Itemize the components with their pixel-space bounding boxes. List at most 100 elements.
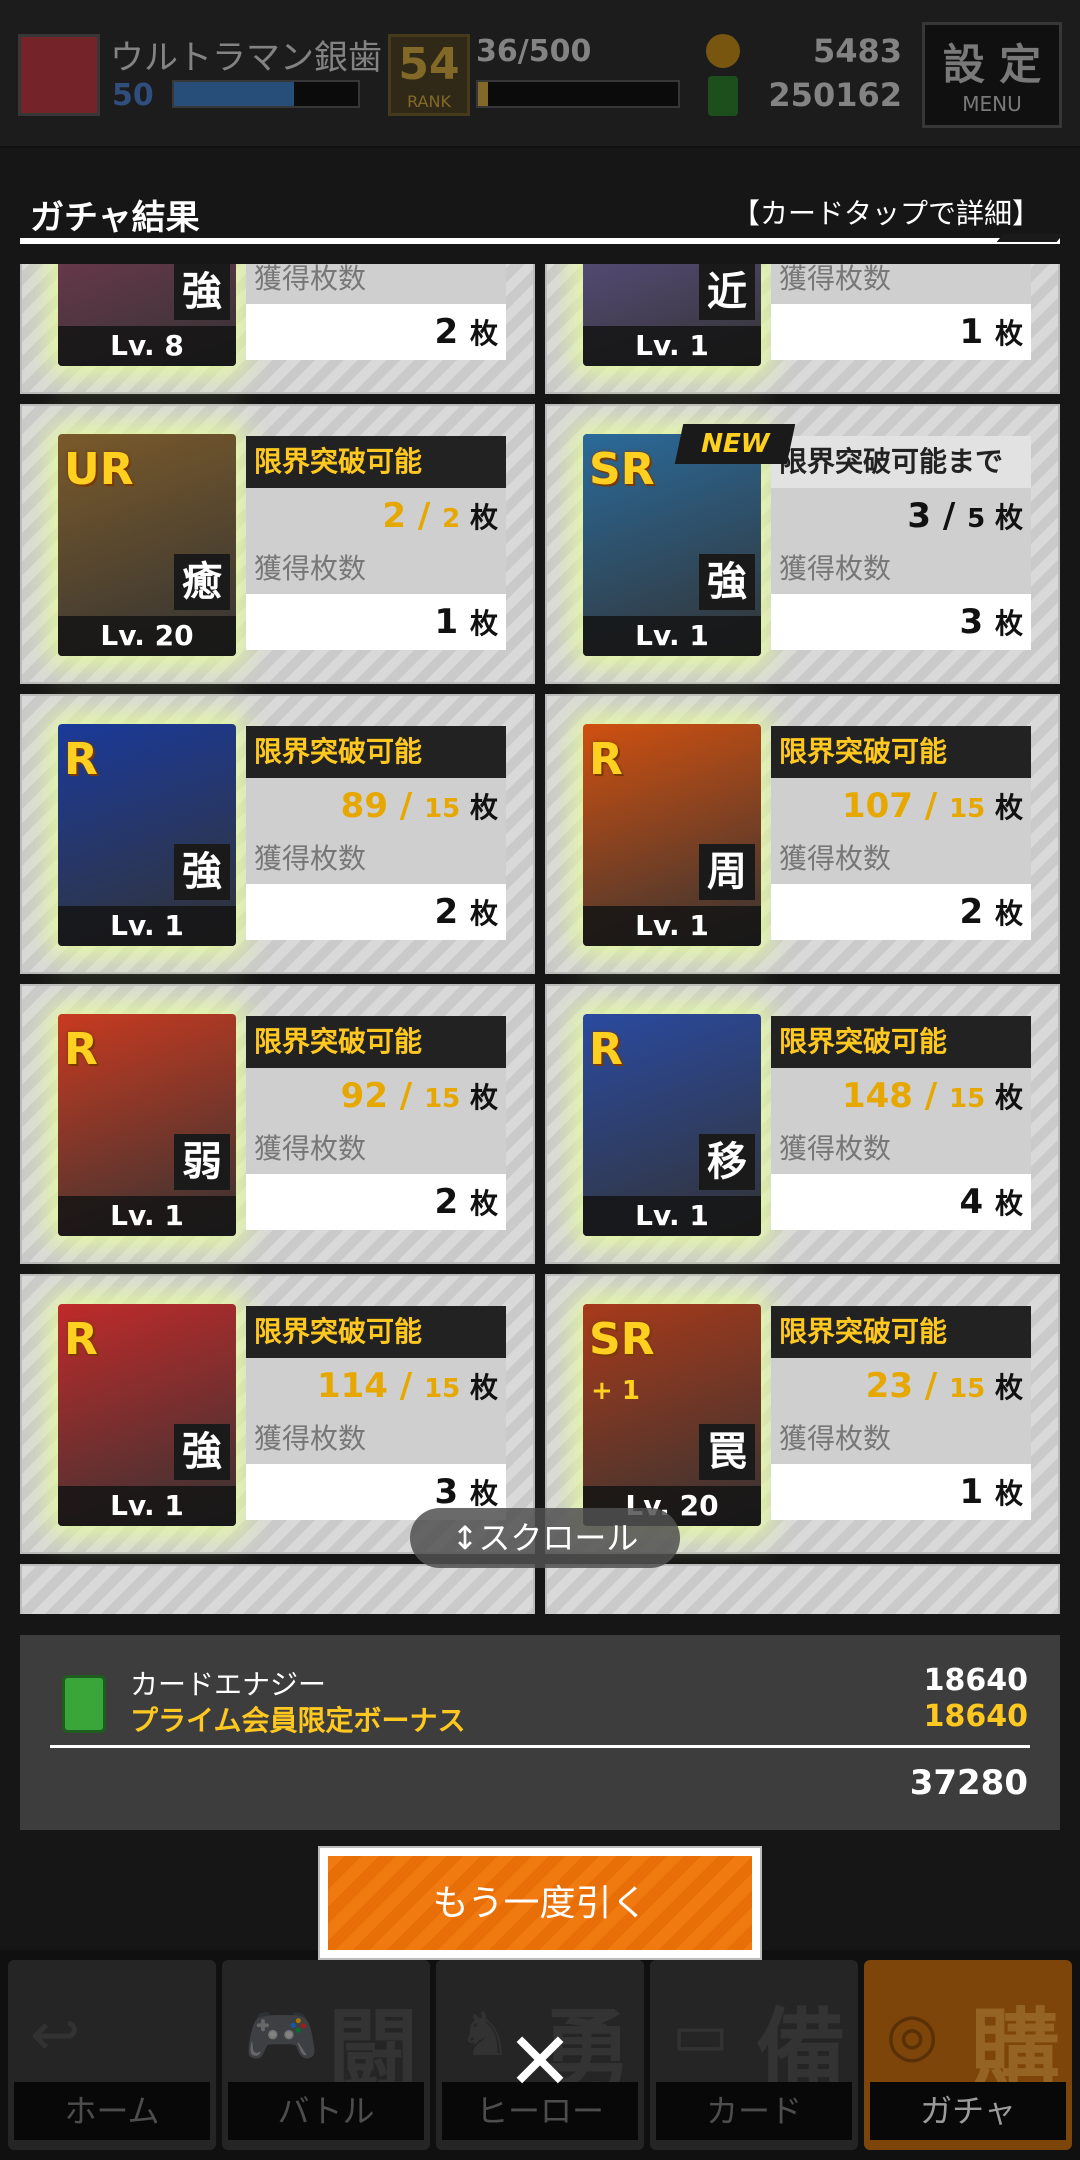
acquired-number: 2: [434, 312, 470, 352]
rarity-badge: R: [589, 1024, 623, 1075]
unit-label: 枚: [985, 791, 1023, 824]
card-thumbnail: R 弱 Lv. 1: [58, 1014, 236, 1236]
owned-count: 89 /: [340, 786, 425, 826]
card-info: 限界突破可能 148 / 15 枚獲得枚数 4 枚: [771, 1016, 1031, 1230]
acquired-count: 3 枚: [771, 594, 1031, 650]
limit-break-status: 限界突破可能: [771, 1306, 1031, 1358]
card-type-badge: 強: [699, 554, 755, 610]
tap-hint: 【カードタップで詳細】: [731, 197, 1040, 230]
acquired-count: 2 枚: [246, 304, 506, 360]
unit-label: 枚: [469, 1187, 498, 1220]
result-card-partial: [20, 1564, 535, 1614]
unit-label: 枚: [994, 317, 1023, 350]
unit-label: 枚: [469, 607, 498, 640]
result-card[interactable]: SR 強 Lv. 1 NEW 限界突破可能まで 3 / 5 枚獲得枚数 3 枚: [545, 404, 1060, 684]
card-info: 限界突破可能 89 / 15 枚獲得枚数 2 枚: [246, 726, 506, 940]
result-card[interactable]: 近Lv. 1限界突破可能まで0 / 5 枚獲得枚数1 枚: [545, 264, 1060, 394]
required-count: 5: [967, 504, 986, 534]
unit-label: 枚: [460, 791, 498, 824]
card-info: 限界突破可能 107 / 15 枚獲得枚数 2 枚: [771, 726, 1031, 940]
result-card[interactable]: 強Lv. 8限界突破可能113 / 15 枚獲得枚数2 枚: [20, 264, 535, 394]
new-badge: NEW: [674, 424, 796, 464]
unit-label: 枚: [469, 1477, 498, 1510]
draw-again-label: もう一度引く: [328, 1856, 752, 1950]
card-thumbnail: R 移 Lv. 1: [583, 1014, 761, 1236]
acquired-count: 1 枚: [771, 1464, 1031, 1520]
limit-break-progress: 3 / 5 枚: [771, 488, 1031, 544]
owned-count: 92 /: [340, 1076, 425, 1116]
result-card[interactable]: R 弱 Lv. 1 限界突破可能 92 / 15 枚獲得枚数 2 枚: [20, 984, 535, 1264]
result-card[interactable]: UR 癒 Lv. 20 限界突破可能 2 / 2 枚獲得枚数 1 枚: [20, 404, 535, 684]
limit-break-status: 限界突破可能: [246, 1016, 506, 1068]
acquired-label: 獲得枚数: [771, 834, 1031, 884]
limit-break-progress: 114 / 15 枚: [246, 1358, 506, 1414]
card-info: 限界突破可能 2 / 2 枚獲得枚数 1 枚: [246, 436, 506, 650]
unit-label: 枚: [994, 897, 1023, 930]
limit-break-progress: 2 / 2 枚: [246, 488, 506, 544]
rarity-badge: R: [589, 734, 623, 785]
owned-count: 23 /: [865, 1366, 950, 1406]
result-card[interactable]: R 周 Lv. 1 限界突破可能 107 / 15 枚獲得枚数 2 枚: [545, 694, 1060, 974]
acquired-number: 2: [434, 892, 470, 932]
limit-break-status: 限界突破可能: [246, 436, 506, 488]
card-type-badge: 弱: [174, 1134, 230, 1190]
acquired-count: 4 枚: [771, 1174, 1031, 1230]
plus-badge: + 1: [591, 1376, 640, 1406]
card-type-badge: 強: [174, 264, 230, 320]
card-thumbnail: R 強 Lv. 1: [58, 1304, 236, 1526]
rarity-badge: UR: [64, 444, 134, 495]
card-thumbnail: R 周 Lv. 1: [583, 724, 761, 946]
card-info: 限界突破可能113 / 15 枚獲得枚数2 枚: [246, 264, 506, 360]
acquired-label: 獲得枚数: [246, 1124, 506, 1174]
required-count: 15: [949, 1374, 986, 1404]
required-count: 15: [949, 1084, 986, 1114]
card-level: Lv. 1: [583, 1196, 761, 1236]
acquired-label: 獲得枚数: [246, 1414, 506, 1464]
result-card[interactable]: R 移 Lv. 1 限界突破可能 148 / 15 枚獲得枚数 4 枚: [545, 984, 1060, 1264]
card-result-grid[interactable]: 強Lv. 8限界突破可能113 / 15 枚獲得枚数2 枚近Lv. 1限界突破可…: [20, 264, 1060, 1614]
acquired-count: 2 枚: [246, 1174, 506, 1230]
card-type-badge: 罠: [699, 1424, 755, 1480]
acquired-count: 1 枚: [246, 594, 506, 650]
title-divider: [20, 238, 1060, 244]
unit-label: 枚: [985, 1371, 1023, 1404]
unit-label: 枚: [994, 1477, 1023, 1510]
card-thumbnail: UR 癒 Lv. 20: [58, 434, 236, 656]
owned-count: 114 /: [316, 1366, 425, 1406]
unit-label: 枚: [469, 897, 498, 930]
card-type-badge: 近: [699, 264, 755, 320]
limit-break-progress: 148 / 15 枚: [771, 1068, 1031, 1124]
close-icon[interactable]: ✕: [500, 2022, 580, 2102]
limit-break-status: 限界突破可能: [246, 1306, 506, 1358]
acquired-count: 2 枚: [771, 884, 1031, 940]
acquired-label: 獲得枚数: [771, 1414, 1031, 1464]
owned-count: 3 /: [907, 496, 968, 536]
result-card[interactable]: R 強 Lv. 1 限界突破可能 89 / 15 枚獲得枚数 2 枚: [20, 694, 535, 974]
card-level: Lv. 1: [58, 1486, 236, 1526]
card-thumbnail: R 強 Lv. 1: [58, 724, 236, 946]
acquired-number: 3: [434, 1472, 470, 1512]
energy-total: 37280: [909, 1763, 1028, 1803]
prime-bonus-value: 18640: [923, 1699, 1028, 1734]
card-info: 限界突破可能まで 3 / 5 枚獲得枚数 3 枚: [771, 436, 1031, 650]
card-energy-value: 18640: [923, 1663, 1028, 1698]
acquired-label: 獲得枚数: [246, 264, 506, 304]
card-info: 限界突破可能 92 / 15 枚獲得枚数 2 枚: [246, 1016, 506, 1230]
card-type-badge: 移: [699, 1134, 755, 1190]
draw-again-button[interactable]: もう一度引く: [318, 1846, 762, 1960]
limit-break-status: 限界突破可能まで: [771, 436, 1031, 488]
gacha-result-panel: ガチャ結果 【カードタップで詳細】 強Lv. 8限界突破可能113 / 15 枚…: [0, 170, 1080, 1960]
card-level: Lv. 1: [583, 616, 761, 656]
acquired-count: 2 枚: [246, 884, 506, 940]
card-type-badge: 周: [699, 844, 755, 900]
unit-label: 枚: [994, 1187, 1023, 1220]
acquired-count: 1 枚: [771, 304, 1031, 360]
required-count: 15: [949, 794, 986, 824]
owned-count: 107 /: [841, 786, 950, 826]
title-divider-accent: [996, 234, 1064, 242]
acquired-label: 獲得枚数: [771, 544, 1031, 594]
card-level: Lv. 8: [58, 326, 236, 366]
acquired-label: 獲得枚数: [246, 834, 506, 884]
card-thumbnail: 近 Lv. 1: [583, 264, 761, 366]
unit-label: 枚: [460, 1081, 498, 1114]
